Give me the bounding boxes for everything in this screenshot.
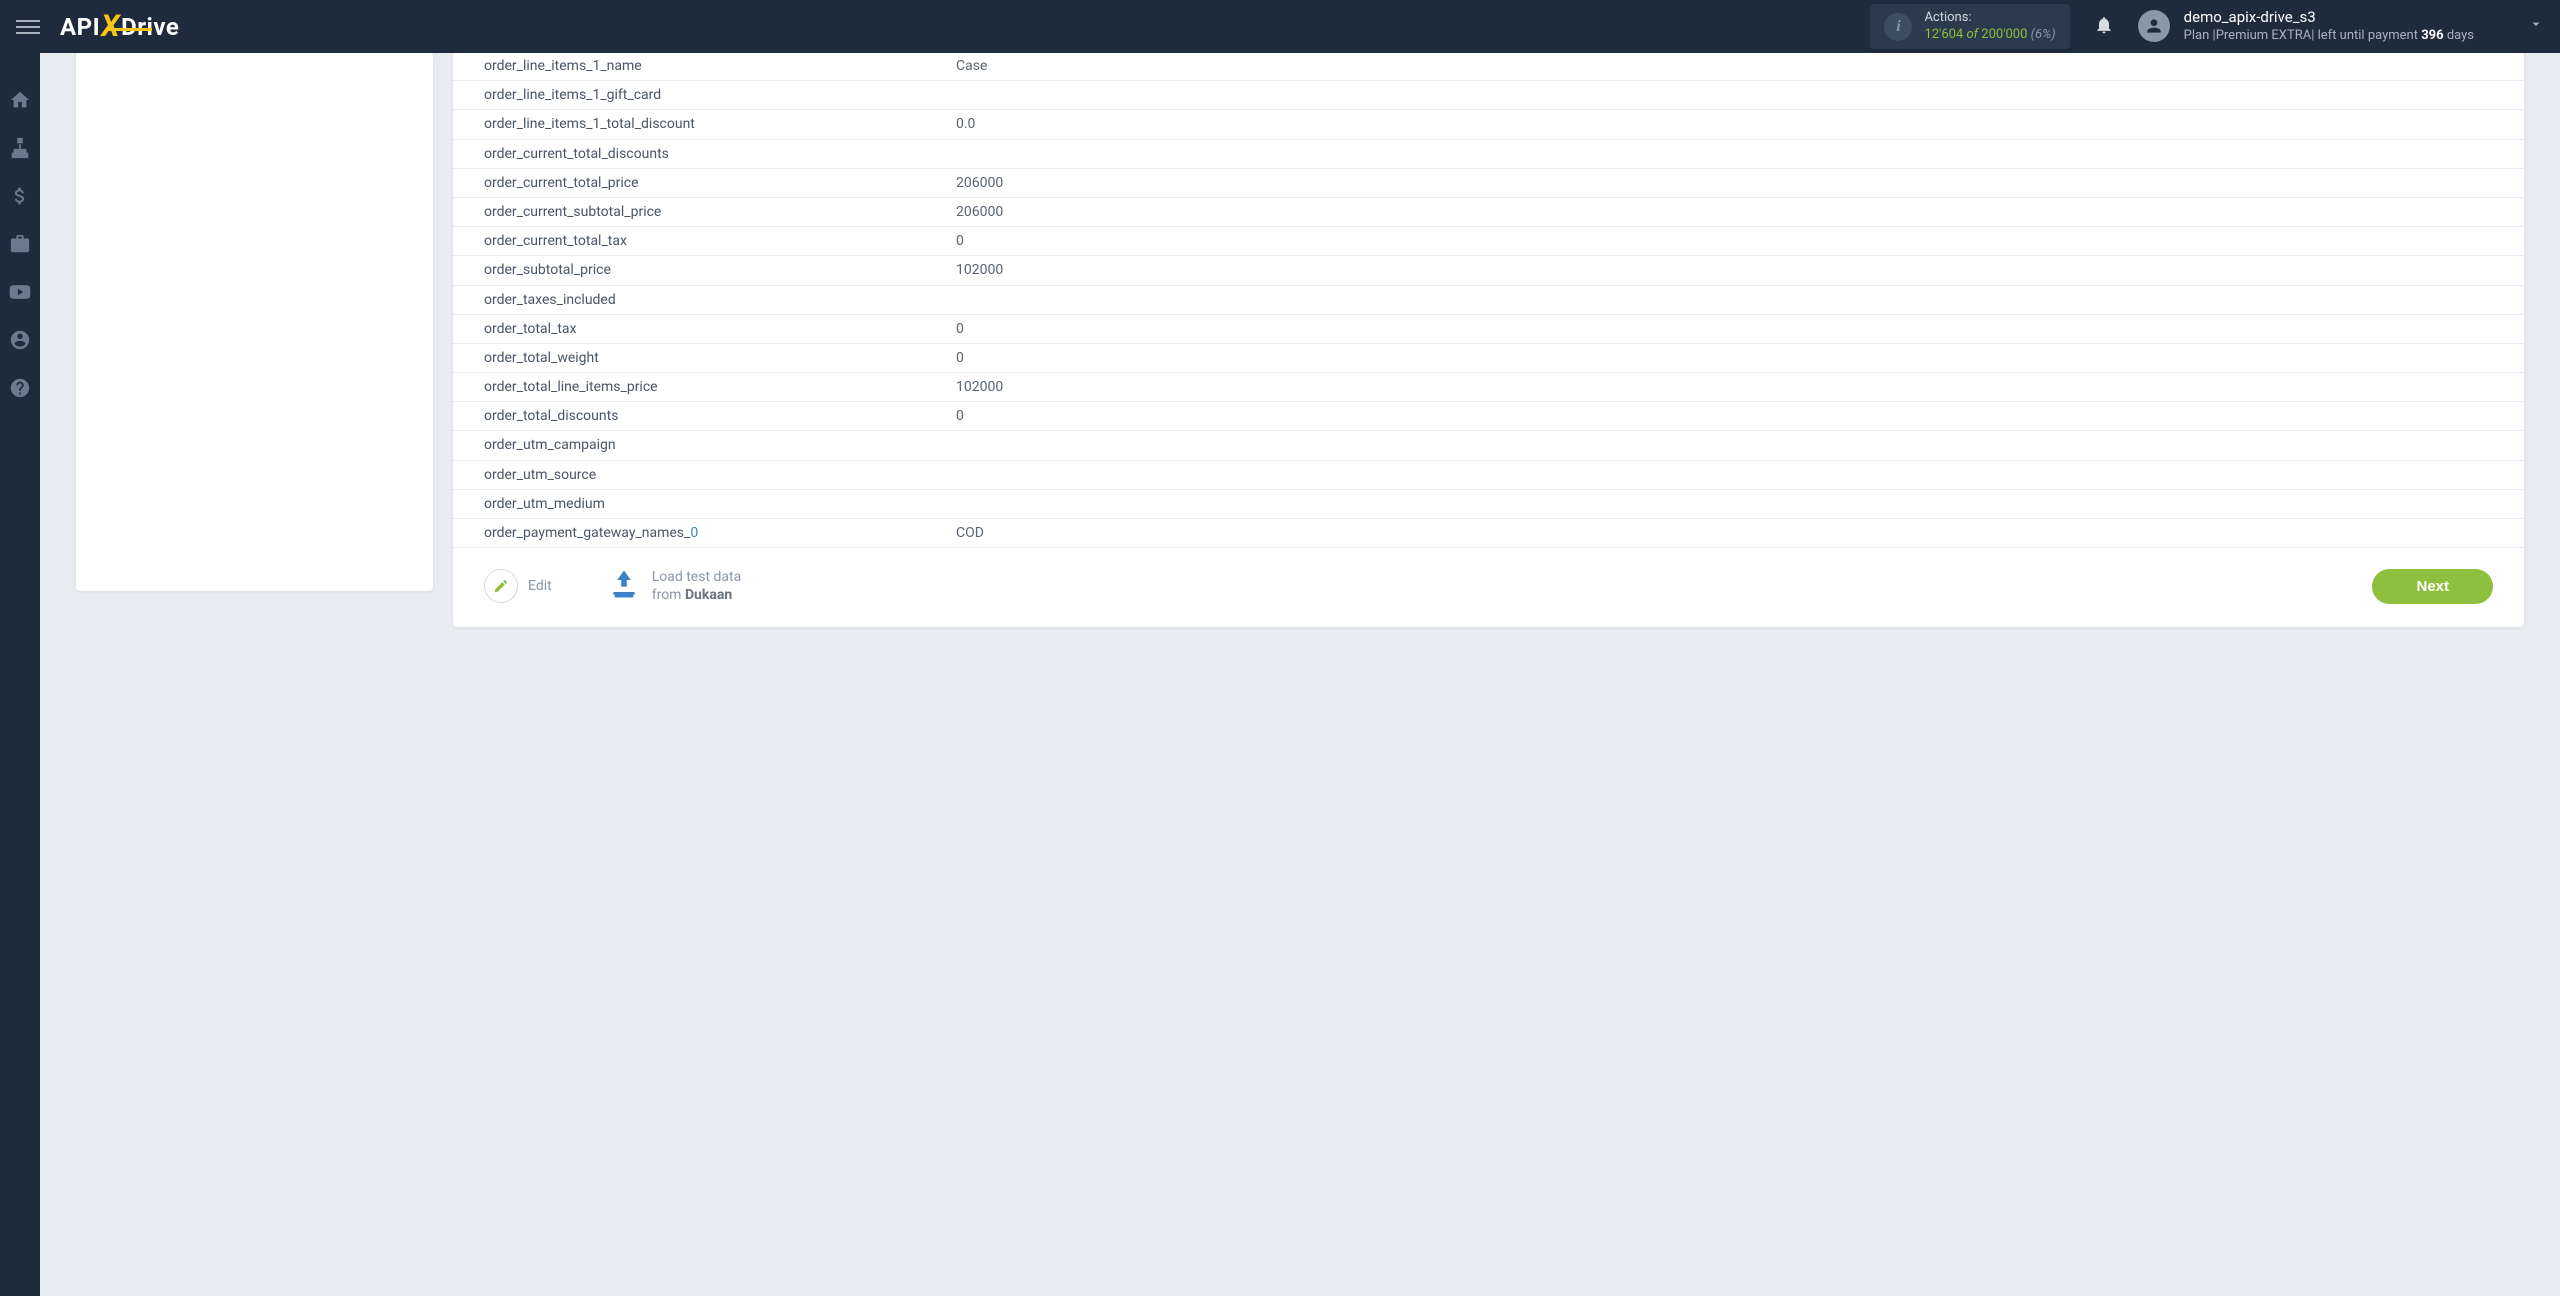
logo[interactable]: API X Drive <box>60 9 179 44</box>
chevron-down-icon <box>2528 16 2544 36</box>
right-panel: order_line_items_1_nameCaseorder_line_it… <box>453 53 2524 627</box>
help-icon[interactable] <box>9 377 31 399</box>
table-row: order_utm_medium <box>453 489 2524 518</box>
field-key: order_current_subtotal_price <box>453 197 956 226</box>
next-button[interactable]: Next <box>2372 569 2493 604</box>
sitemap-icon[interactable] <box>9 137 31 159</box>
table-row: order_current_total_tax0 <box>453 227 2524 256</box>
field-key: order_current_total_discounts <box>453 139 956 168</box>
table-row: order_utm_source <box>453 460 2524 489</box>
pencil-icon <box>484 569 518 603</box>
table-row: order_total_weight0 <box>453 343 2524 372</box>
left-panel <box>76 53 433 591</box>
table-row: order_current_subtotal_price206000 <box>453 197 2524 226</box>
field-value: 0 <box>956 402 2524 431</box>
field-value: COD <box>956 519 2524 548</box>
actions-of: of <box>1966 27 1978 42</box>
table-row: order_line_items_1_nameCase <box>453 53 2524 81</box>
field-key: order_payment_gateway_names_0 <box>453 519 956 548</box>
field-value: 102000 <box>956 256 2524 285</box>
load-test-data-button[interactable]: Load test data from Dukaan <box>608 568 742 604</box>
field-value: 206000 <box>956 197 2524 226</box>
sidebar <box>0 53 40 1296</box>
user-name: demo_apix-drive_s3 <box>2184 8 2474 28</box>
home-icon[interactable] <box>9 89 31 111</box>
field-key: order_total_tax <box>453 314 956 343</box>
table-row: order_subtotal_price102000 <box>453 256 2524 285</box>
field-value: 206000 <box>956 168 2524 197</box>
field-key: order_taxes_included <box>453 285 956 314</box>
info-icon: i <box>1884 13 1912 41</box>
field-key: order_subtotal_price <box>453 256 956 285</box>
hamburger-menu-icon[interactable] <box>16 15 40 39</box>
download-icon <box>608 568 640 604</box>
table-row: order_line_items_1_gift_card <box>453 81 2524 110</box>
logo-x: X <box>101 9 120 44</box>
table-row: order_payment_gateway_names_0COD <box>453 519 2524 548</box>
logo-underline <box>106 28 152 31</box>
field-key-suffix: 0 <box>690 525 698 541</box>
edit-label: Edit <box>528 578 552 594</box>
data-table: order_line_items_1_nameCaseorder_line_it… <box>453 53 2524 548</box>
field-value <box>956 431 2524 460</box>
load-line1: Load test data <box>652 568 742 586</box>
field-value <box>956 139 2524 168</box>
table-row: order_taxes_included <box>453 285 2524 314</box>
logo-drive: Drive <box>121 13 179 41</box>
field-key: order_total_line_items_price <box>453 373 956 402</box>
table-row: order_current_total_price206000 <box>453 168 2524 197</box>
youtube-icon[interactable] <box>9 281 31 303</box>
field-key: order_utm_source <box>453 460 956 489</box>
table-row: order_line_items_1_total_discount0.0 <box>453 110 2524 139</box>
table-row: order_total_discounts0 <box>453 402 2524 431</box>
field-value: 0 <box>956 314 2524 343</box>
field-key: order_total_discounts <box>453 402 956 431</box>
actions-total: 200'000 <box>1981 27 2027 42</box>
bell-icon[interactable] <box>2094 15 2114 39</box>
app-header: API X Drive i Actions: 12'604 of 200'000… <box>0 0 2560 53</box>
field-value <box>956 285 2524 314</box>
user-icon[interactable] <box>9 329 31 351</box>
field-value: Case <box>956 53 2524 81</box>
load-text: Load test data from Dukaan <box>652 568 742 604</box>
dollar-icon[interactable] <box>9 185 31 207</box>
field-value: 0 <box>956 343 2524 372</box>
field-key: order_utm_medium <box>453 489 956 518</box>
field-value: 0.0 <box>956 110 2524 139</box>
card-footer: Edit Load test data from Dukaan Next <box>453 548 2524 604</box>
actions-pct: (6%) <box>2031 27 2056 42</box>
field-key: order_line_items_1_name <box>453 53 956 81</box>
field-key: order_current_total_price <box>453 168 956 197</box>
user-menu[interactable]: demo_apix-drive_s3 Plan |Premium EXTRA| … <box>2138 8 2544 44</box>
field-key: order_line_items_1_total_discount <box>453 110 956 139</box>
briefcase-icon[interactable] <box>9 233 31 255</box>
avatar-icon <box>2138 10 2170 42</box>
user-plan: Plan |Premium EXTRA| left until payment … <box>2184 28 2474 45</box>
field-value: 102000 <box>956 373 2524 402</box>
actions-label: Actions: <box>1924 10 2055 27</box>
actions-text: Actions: 12'604 of 200'000 (6%) <box>1924 10 2055 44</box>
field-value <box>956 489 2524 518</box>
table-row: order_current_total_discounts <box>453 139 2524 168</box>
user-text: demo_apix-drive_s3 Plan |Premium EXTRA| … <box>2184 8 2474 44</box>
edit-button[interactable]: Edit <box>484 569 552 603</box>
field-key: order_utm_campaign <box>453 431 956 460</box>
actions-used: 12'604 <box>1924 27 1963 42</box>
actions-counter[interactable]: i Actions: 12'604 of 200'000 (6%) <box>1870 4 2069 50</box>
main-content: order_line_items_1_nameCaseorder_line_it… <box>40 53 2560 1296</box>
field-key: order_line_items_1_gift_card <box>453 81 956 110</box>
field-key: order_current_total_tax <box>453 227 956 256</box>
table-row: order_utm_campaign <box>453 431 2524 460</box>
logo-api: API <box>60 13 100 41</box>
table-row: order_total_line_items_price102000 <box>453 373 2524 402</box>
field-value: 0 <box>956 227 2524 256</box>
field-value <box>956 81 2524 110</box>
table-row: order_total_tax0 <box>453 314 2524 343</box>
field-value <box>956 460 2524 489</box>
field-key: order_total_weight <box>453 343 956 372</box>
